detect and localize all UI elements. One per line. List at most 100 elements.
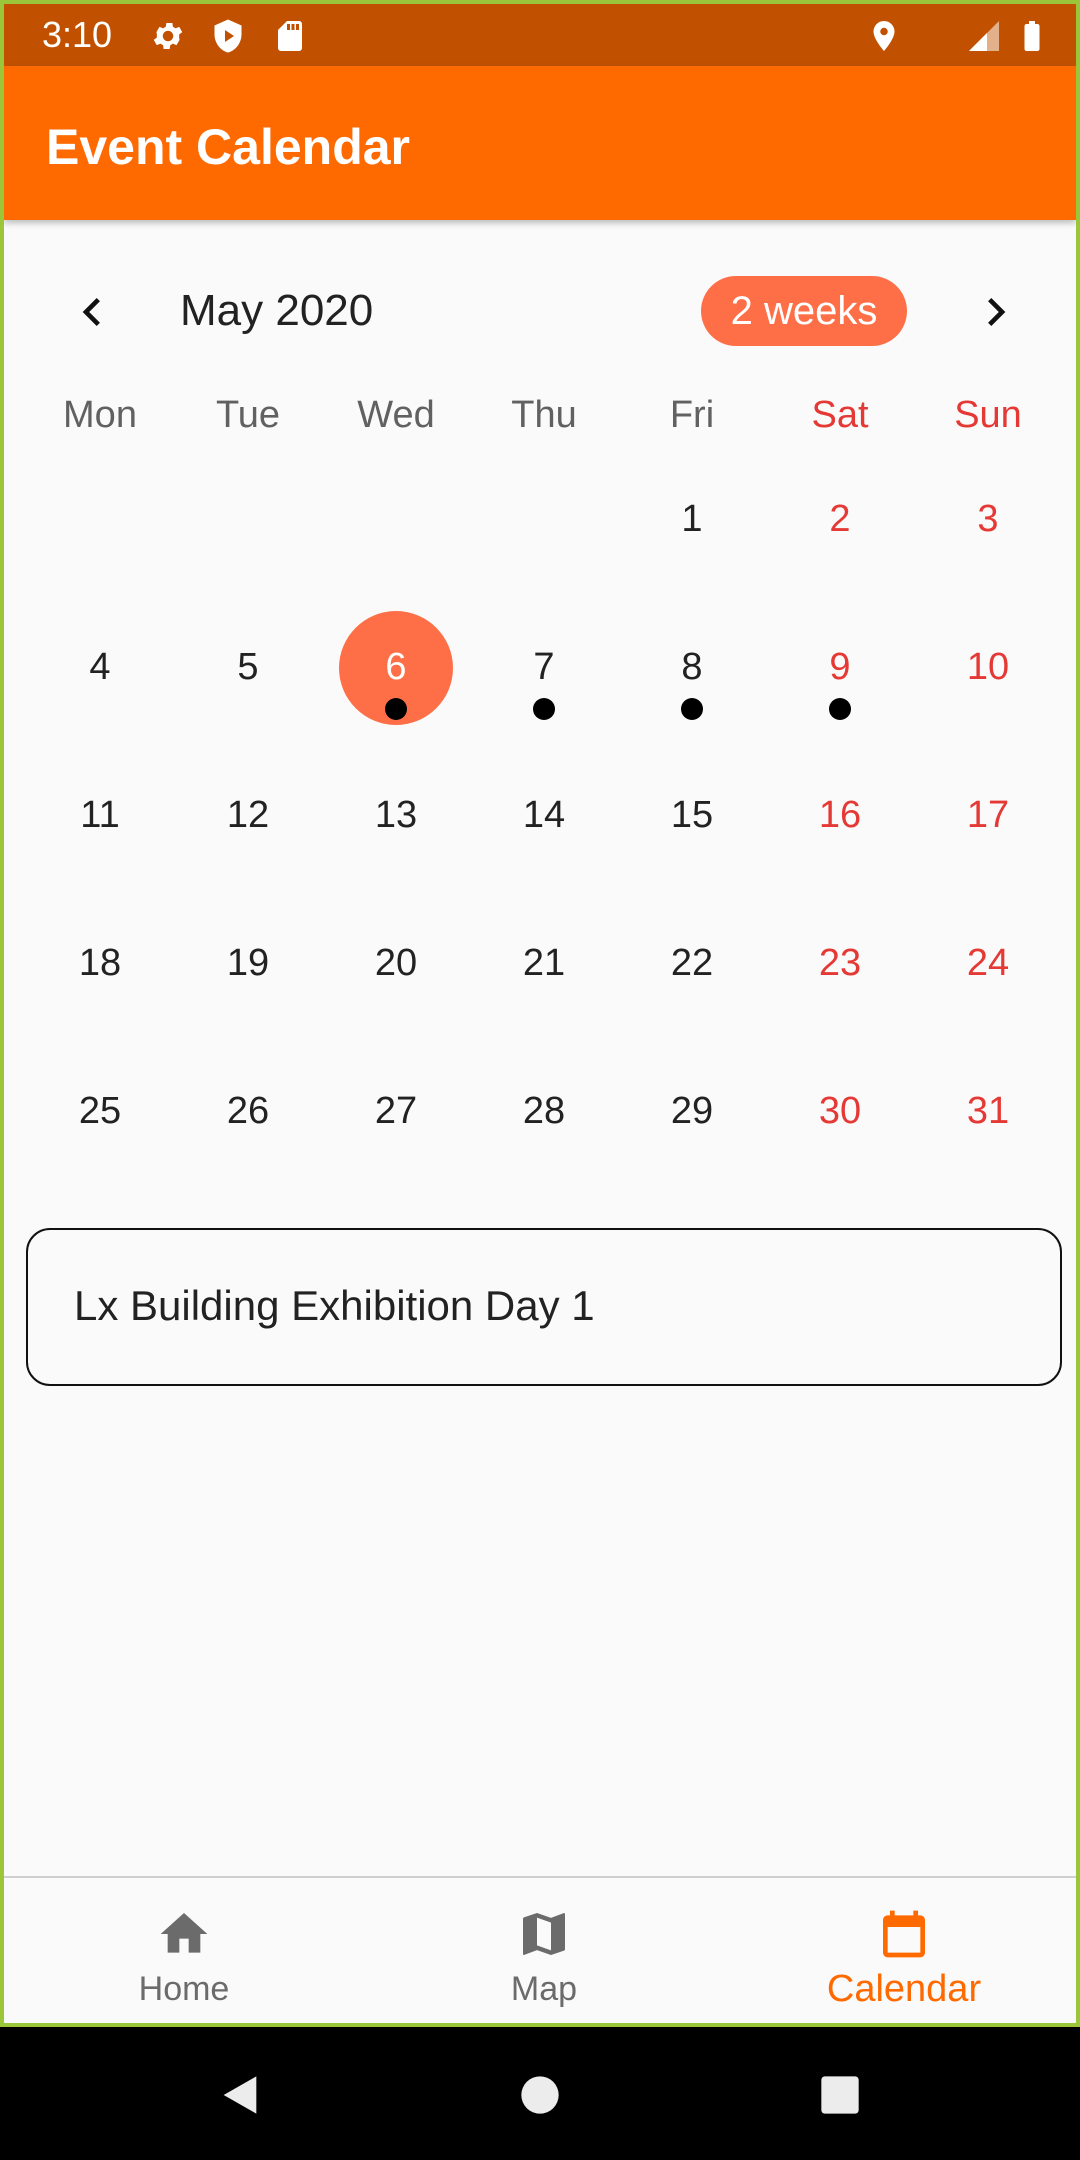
day-cell[interactable]: 26 bbox=[174, 1038, 322, 1186]
day-cell[interactable]: 14 bbox=[470, 742, 618, 890]
map-icon bbox=[523, 1913, 565, 1955]
weekday-label: Sun bbox=[954, 394, 1022, 436]
weekday-label: Sat bbox=[811, 394, 869, 436]
day-number: 7 bbox=[533, 646, 555, 688]
day-number: 29 bbox=[670, 1090, 714, 1132]
day-cell[interactable]: 15 bbox=[618, 742, 766, 890]
day-number: 23 bbox=[818, 942, 862, 984]
recents-icon[interactable] bbox=[812, 2067, 868, 2123]
day-cell[interactable]: 25 bbox=[26, 1038, 174, 1186]
chevron-right-icon[interactable] bbox=[968, 284, 1024, 340]
day-number: 5 bbox=[237, 646, 259, 688]
month-label: May 2020 bbox=[180, 286, 374, 335]
day-cell[interactable]: 3 bbox=[914, 446, 1062, 594]
day-number: 2 bbox=[829, 498, 851, 540]
app-screen: 3:10 Event Calendar May 2020 2 weeks Mon… bbox=[0, 0, 1080, 2027]
calendar-icon bbox=[883, 1910, 925, 1958]
day-cell[interactable]: 8 bbox=[618, 594, 766, 742]
day-cell[interactable]: 24 bbox=[914, 890, 1062, 1038]
chevron-left-icon[interactable] bbox=[64, 284, 120, 340]
event-marker bbox=[829, 698, 851, 720]
weekday-label: Mon bbox=[63, 394, 137, 436]
day-number: 8 bbox=[681, 646, 703, 688]
day-cell[interactable]: 21 bbox=[470, 890, 618, 1038]
day-number: 4 bbox=[89, 646, 111, 688]
nav-item-home[interactable]: Home bbox=[4, 1878, 364, 2023]
day-cell[interactable]: 5 bbox=[174, 594, 322, 742]
day-cell[interactable]: 10 bbox=[914, 594, 1062, 742]
event-marker bbox=[385, 698, 407, 720]
day-number: 20 bbox=[374, 942, 418, 984]
day-number: 9 bbox=[829, 646, 851, 688]
day-number: 15 bbox=[670, 794, 714, 836]
settings-icon bbox=[153, 22, 183, 50]
day-cell[interactable]: 20 bbox=[322, 890, 470, 1038]
day-cell[interactable]: 28 bbox=[470, 1038, 618, 1186]
day-number: 21 bbox=[522, 942, 566, 984]
status-time: 3:10 bbox=[42, 14, 113, 55]
day-cell[interactable]: 9 bbox=[766, 594, 914, 742]
day-cell[interactable]: 29 bbox=[618, 1038, 766, 1186]
day-cell[interactable]: 11 bbox=[26, 742, 174, 890]
event-title: Lx Building Exhibition Day 1 bbox=[74, 1282, 595, 1329]
day-number: 11 bbox=[80, 794, 120, 836]
day-number: 26 bbox=[226, 1090, 270, 1132]
day-number: 6 bbox=[385, 646, 407, 688]
nav-label: Calendar bbox=[826, 1968, 982, 2010]
bottom-navigation: Home Map Calendar bbox=[4, 1876, 1076, 2023]
app-bar: Event Calendar bbox=[4, 66, 1076, 220]
day-cell[interactable]: 27 bbox=[322, 1038, 470, 1186]
day-cell[interactable]: 12 bbox=[174, 742, 322, 890]
day-cell[interactable]: 7 bbox=[470, 594, 618, 742]
day-cell[interactable]: 16 bbox=[766, 742, 914, 890]
day-number: 25 bbox=[78, 1090, 122, 1132]
day-number: 3 bbox=[977, 498, 999, 540]
home-button-icon[interactable] bbox=[512, 2067, 568, 2123]
event-marker bbox=[533, 698, 555, 720]
day-cell[interactable]: 22 bbox=[618, 890, 766, 1038]
day-number: 13 bbox=[374, 794, 418, 836]
day-cell[interactable]: 1 bbox=[618, 446, 766, 594]
home-icon bbox=[160, 1913, 208, 1953]
day-number: 22 bbox=[670, 942, 714, 984]
day-number: 31 bbox=[966, 1090, 1010, 1132]
weekday-label: Wed bbox=[357, 394, 435, 436]
day-number: 12 bbox=[226, 794, 270, 836]
day-cell[interactable]: 30 bbox=[766, 1038, 914, 1186]
format-toggle-button[interactable]: 2 weeks bbox=[701, 276, 907, 346]
battery-icon bbox=[1024, 21, 1040, 51]
day-cell[interactable]: 18 bbox=[26, 890, 174, 1038]
nav-item-map[interactable]: Map bbox=[364, 1878, 724, 2023]
nav-item-calendar[interactable]: Calendar bbox=[724, 1878, 1076, 2023]
day-number: 17 bbox=[966, 794, 1010, 836]
weekday-label: Tue bbox=[215, 394, 281, 436]
back-icon[interactable] bbox=[212, 2067, 268, 2123]
day-cell-selected[interactable]: 6 bbox=[322, 594, 470, 742]
nav-label: Map bbox=[510, 1970, 578, 2008]
day-number: 28 bbox=[522, 1090, 566, 1132]
day-cell[interactable]: 31 bbox=[914, 1038, 1062, 1186]
day-cell[interactable]: 23 bbox=[766, 890, 914, 1038]
day-number: 10 bbox=[966, 646, 1010, 688]
day-number: 1 bbox=[681, 498, 703, 540]
day-number: 14 bbox=[522, 794, 566, 836]
day-cell[interactable]: 4 bbox=[26, 594, 174, 742]
event-card[interactable]: Lx Building Exhibition Day 1 bbox=[26, 1228, 1062, 1386]
day-number: 16 bbox=[818, 794, 862, 836]
location-icon bbox=[873, 21, 895, 51]
day-number: 24 bbox=[966, 942, 1010, 984]
system-navigation-bar bbox=[0, 2027, 1080, 2160]
weekday-row: Mon Tue Wed Thu Fri Sat Sun bbox=[4, 394, 1076, 454]
nav-label: Home bbox=[138, 1970, 230, 2008]
play-protect-icon bbox=[214, 19, 242, 53]
day-cell[interactable]: 17 bbox=[914, 742, 1062, 890]
weekday-label: Fri bbox=[669, 394, 715, 436]
day-cell[interactable]: 2 bbox=[766, 446, 914, 594]
day-cell[interactable]: 19 bbox=[174, 890, 322, 1038]
day-number: 19 bbox=[226, 942, 270, 984]
status-bar: 3:10 bbox=[4, 4, 1076, 66]
day-cell[interactable]: 13 bbox=[322, 742, 470, 890]
day-number: 18 bbox=[78, 942, 122, 984]
day-number: 30 bbox=[818, 1090, 862, 1132]
calendar-header: May 2020 2 weeks bbox=[4, 264, 1076, 360]
